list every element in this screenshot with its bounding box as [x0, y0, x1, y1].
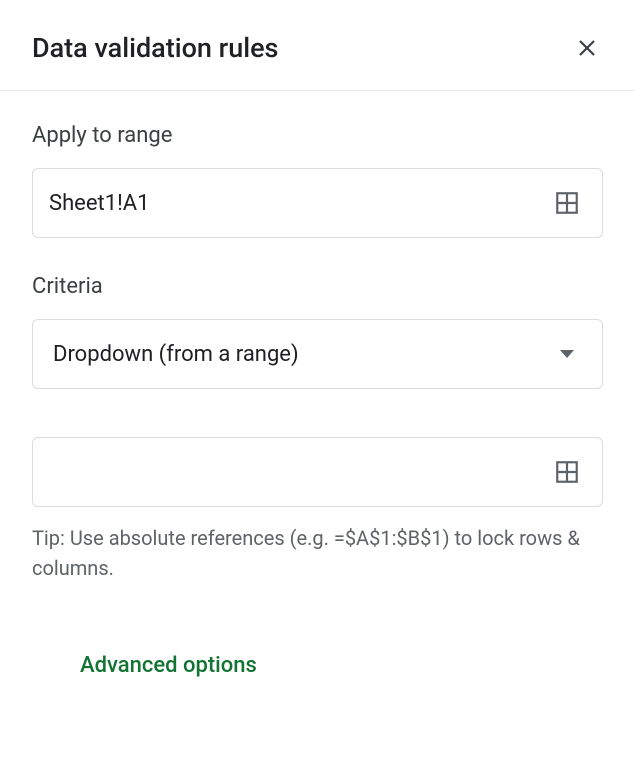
chevron-down-icon [560, 350, 574, 358]
close-button[interactable] [567, 28, 607, 68]
source-range-input[interactable] [49, 438, 540, 506]
apply-range-picker-button[interactable] [548, 184, 586, 222]
criteria-select[interactable]: Dropdown (from a range) [32, 319, 603, 389]
source-range-field [32, 437, 603, 507]
grid-icon [554, 459, 580, 485]
tip-text: Tip: Use absolute references (e.g. =$A$1… [32, 523, 603, 583]
close-icon [575, 36, 599, 60]
panel-title: Data validation rules [32, 32, 278, 64]
criteria-label: Criteria [32, 274, 603, 299]
criteria-selected-value: Dropdown (from a range) [53, 342, 299, 367]
source-range-picker-button[interactable] [548, 453, 586, 491]
panel-header: Data validation rules [0, 0, 635, 91]
apply-range-field [32, 168, 603, 238]
grid-icon [554, 190, 580, 216]
panel-content: Apply to range Criteria Dropdown (from a… [0, 91, 635, 688]
advanced-options-button[interactable]: Advanced options [80, 643, 257, 688]
apply-range-input[interactable] [49, 169, 540, 237]
apply-range-label: Apply to range [32, 123, 603, 148]
